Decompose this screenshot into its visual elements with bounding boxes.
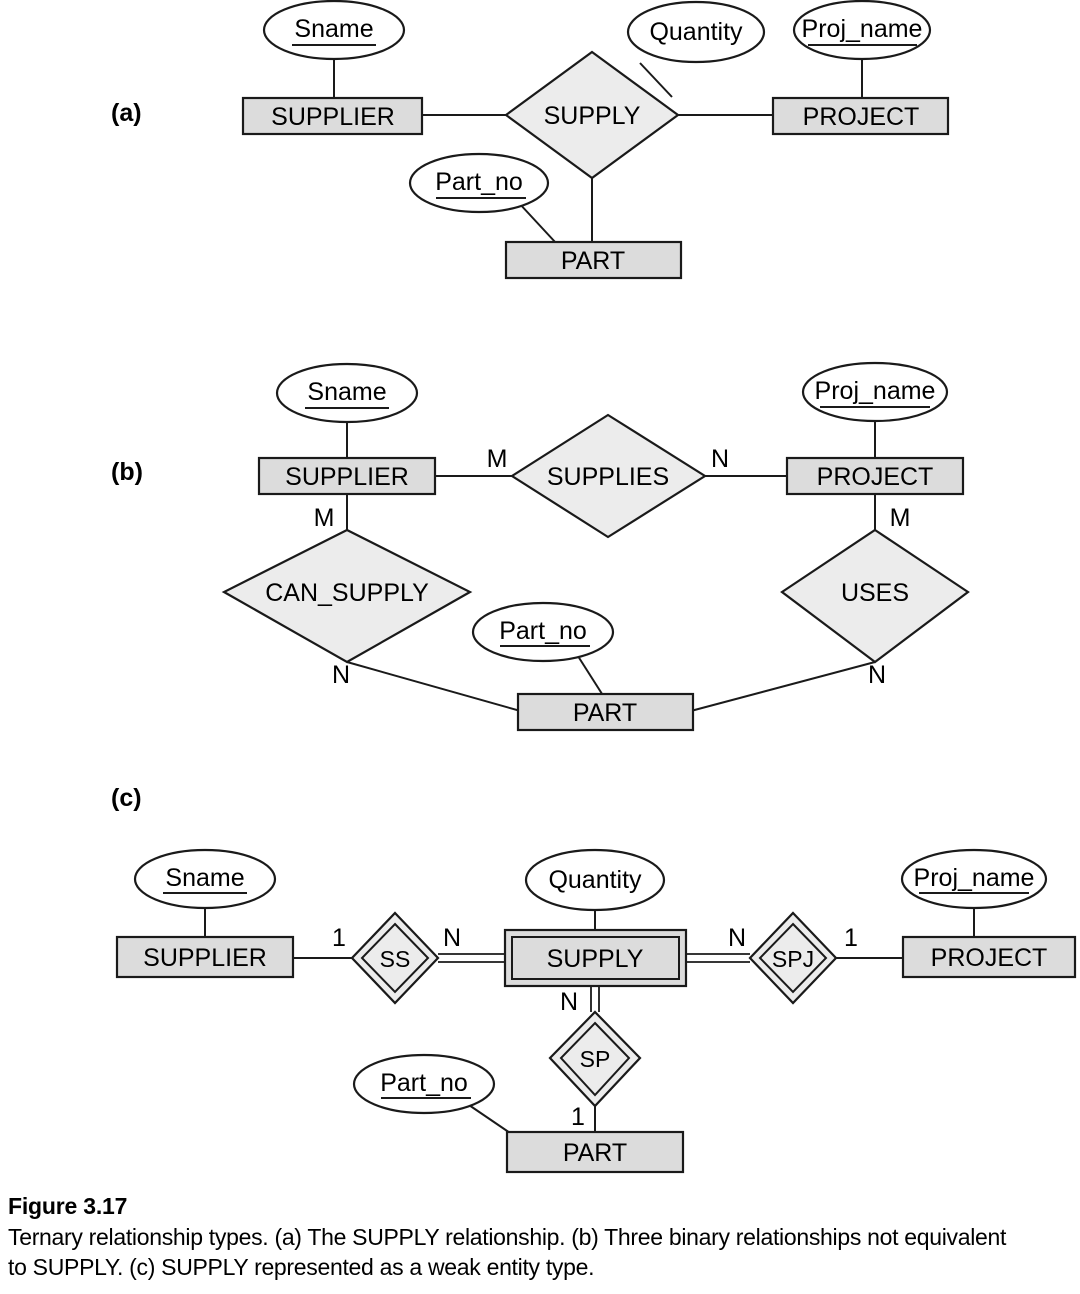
figure-caption-text: Ternary relationship types. (a) The SUPP… [8, 1224, 1007, 1280]
connector-partno-part-a [517, 201, 557, 244]
er-diagram-figure: SUPPLY SUPPLIER PROJECT PART Sname Quant… [111, 0, 1077, 1174]
cardinality-supply-spj: N [728, 924, 746, 952]
attribute-sname-a-label: Sname [294, 15, 373, 43]
panel-c-letter: (c) [111, 784, 142, 812]
attribute-partno-c-label: Part_no [380, 1069, 468, 1097]
cardinality-sp-part: 1 [571, 1103, 585, 1131]
relationship-uses-b-label: USES [841, 579, 909, 607]
attribute-projname-c-label: Proj_name [914, 864, 1035, 892]
cardinality-supplies-project: N [711, 445, 729, 473]
entity-supplier-b-label: SUPPLIER [285, 463, 409, 491]
figure-number: Figure 3.17 [8, 1193, 128, 1219]
cardinality-supplier-can-supply: M [314, 504, 335, 532]
panel-a: SUPPLY SUPPLIER PROJECT PART Sname Quant… [111, 0, 950, 280]
entity-part-c-label: PART [563, 1139, 627, 1167]
entity-supplier-c-label: SUPPLIER [143, 944, 267, 972]
attribute-partno-b-label: Part_no [499, 617, 587, 645]
entity-supplier-a-label: SUPPLIER [271, 103, 395, 131]
entity-part-a-label: PART [561, 247, 625, 275]
attribute-sname-b-label: Sname [307, 378, 386, 406]
relationship-spj-c-label: SPJ [772, 946, 814, 972]
cardinality-uses-part: N [868, 661, 886, 689]
cardinality-project-uses: M [890, 504, 911, 532]
attribute-quantity-c-label: Quantity [548, 866, 642, 894]
entity-project-b-label: PROJECT [817, 463, 934, 491]
entity-part-b-label: PART [573, 699, 637, 727]
attribute-sname-c-label: Sname [165, 864, 244, 892]
connector-uses-part-b [686, 661, 876, 713]
figure-caption-block: Figure 3.17 Ternary relationship types. … [8, 1192, 1072, 1282]
entity-project-a-label: PROJECT [803, 103, 920, 131]
panel-c: SUPPLIER SUPPLY PROJECT PART SS SPJ SP S… [111, 784, 1077, 1174]
attribute-quantity-a-label: Quantity [649, 18, 743, 46]
connector-cansupply-part-b [346, 661, 525, 713]
attribute-projname-b-label: Proj_name [815, 377, 936, 405]
cardinality-supplier-ss: 1 [332, 924, 346, 952]
attribute-partno-a-label: Part_no [435, 168, 523, 196]
panel-b: SUPPLIES CAN_SUPPLY USES SUPPLIER PROJEC… [111, 361, 970, 732]
cardinality-spj-project: 1 [844, 924, 858, 952]
relationship-supplies-b-label: SUPPLIES [547, 463, 669, 491]
cardinality-ss-supply: N [443, 924, 461, 952]
relationship-ss-c-label: SS [380, 946, 411, 972]
connector-partno-part-b [575, 652, 605, 698]
relationship-can-supply-b-label: CAN_SUPPLY [265, 579, 429, 607]
cardinality-supply-sp: N [560, 988, 578, 1016]
panel-a-letter: (a) [111, 99, 142, 127]
cardinality-supplier-supplies: M [487, 445, 508, 473]
panel-b-letter: (b) [111, 458, 143, 486]
cardinality-can-supply-part: N [332, 661, 350, 689]
entity-supply-c-label: SUPPLY [547, 945, 644, 973]
relationship-supply-a-label: SUPPLY [544, 102, 641, 130]
relationship-sp-c-label: SP [580, 1046, 611, 1072]
attribute-projname-a-label: Proj_name [802, 15, 923, 43]
entity-project-c-label: PROJECT [931, 944, 1048, 972]
